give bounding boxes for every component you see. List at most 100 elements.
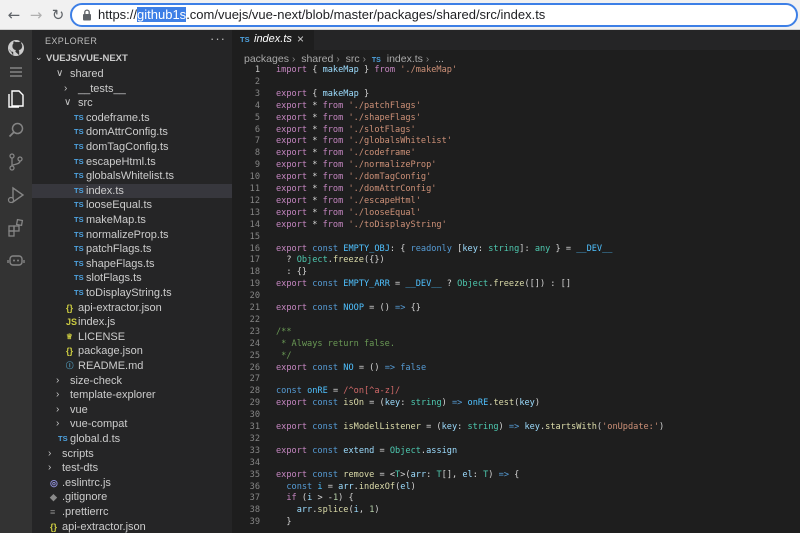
tree-item-label: index.js [78,316,116,329]
line-number: 12 [249,195,260,206]
breadcrumb-item[interactable]: ... [435,53,444,65]
tree-item[interactable]: › __tests__ [32,82,232,97]
line-number: 33 [249,445,260,456]
tree-item[interactable]: TS domTagConfig.ts [32,140,232,155]
files-icon[interactable] [4,86,28,110]
code-view[interactable]: 1 import { makeMap } from './makeMap' 2 3 ex… [232,65,800,533]
tree-item[interactable]: › scripts [32,447,232,462]
line-number: 36 [249,481,260,492]
tree-item[interactable]: TS global.d.ts [32,432,232,447]
tree-item[interactable]: {} package.json [32,344,232,359]
tree-item[interactable]: TS normalizeProp.ts [32,228,232,243]
code-line: 10 export * from './domTagConfig' [232,172,800,184]
tree-item[interactable]: › test-dts [32,461,232,476]
search-icon[interactable] [4,118,28,142]
tree-item[interactable]: ♕ LICENSE [32,330,232,345]
back-icon[interactable]: ← [4,5,24,25]
root-folder-row[interactable]: ⌄ VUEJS/VUE-NEXT [32,52,232,66]
reload-icon[interactable]: ↻ [48,5,68,25]
code-line: 13 export * from './looseEqual' [232,208,800,220]
tree-item-label: .prettierrc [62,506,109,518]
line-number: 29 [249,398,260,409]
typescript-file-icon: TS [371,57,381,64]
tab-index-ts[interactable]: TS index.ts × [232,30,314,50]
tree-item[interactable]: › size-check [32,374,232,389]
code-text: export * from './normalizeProp' [276,160,437,171]
tree-item-label: looseEqual.ts [86,199,153,212]
address-bar[interactable]: https://github1s.com/vuejs/vue-next/blob… [70,3,798,27]
url-selected: github1s [137,7,187,22]
close-icon[interactable]: × [297,32,304,46]
tree-item-label: scripts [62,447,94,460]
tree-item[interactable]: JS index.js [32,315,232,330]
tree-item[interactable]: {} api-extractor.json [32,301,232,316]
tree-item[interactable]: › template-explorer [32,388,232,403]
run-debug-icon[interactable] [4,183,28,207]
url-prefix: https:// [98,7,138,22]
code-text: export const isOn = (key: string) => onR… [276,398,541,409]
tree-item[interactable]: ≡ .prettierrc [32,505,232,520]
line-number: 17 [249,255,260,266]
code-line: 39 } [232,517,800,529]
code-line: 12 export * from './escapeHtml' [232,196,800,208]
tree-item[interactable]: ⓘ README.md [32,359,232,374]
tree-item[interactable]: › vue-compat [32,417,232,432]
code-text: } [276,517,292,528]
breadcrumb-item[interactable]: index.ts [387,53,423,65]
tree-item[interactable]: ◎ .eslintrc.js [32,476,232,491]
tree-item[interactable]: TS index.ts [32,183,232,199]
line-number: 30 [249,410,260,421]
tree-item-label: package.json [78,345,143,358]
line-number: 23 [249,326,260,337]
tree-item[interactable]: {} api-extractor.json [32,520,232,533]
extensions-icon[interactable] [4,216,28,240]
code-text: export * from './patchFlags' [276,100,421,111]
tree-item[interactable]: ∨ shared [32,67,232,82]
code-text: import { makeMap } from './makeMap' [276,65,458,75]
tree-item[interactable]: TS patchFlags.ts [32,242,232,257]
menu-icon[interactable] [4,60,28,84]
tree-item[interactable]: TS domAttrConfig.ts [32,125,232,140]
line-number: 37 [249,493,260,504]
code-text: */ [276,350,292,361]
line-number: 13 [249,207,260,218]
ts-file-icon: TS [74,156,84,166]
tree-item[interactable]: ∨ src [32,96,232,111]
tree-item[interactable]: ◆ .gitignore [32,490,232,505]
lock-icon [83,9,91,21]
forward-icon[interactable]: → [26,5,46,25]
tree-item[interactable]: › vue [32,403,232,418]
explorer-title: EXPLORER [45,36,98,46]
lic-file-icon: ♕ [66,331,73,341]
tree-item-label: makeMap.ts [86,214,146,226]
tree-item[interactable]: TS looseEqual.ts [32,198,232,213]
line-number: 5 [254,112,260,123]
tree-item-label: size-check [70,374,122,387]
url-rest: .com/vuejs/vue-next/blob/master/packages… [186,7,546,22]
tree-item[interactable]: TS globalsWhitelist.ts [32,169,232,184]
code-line: 34 [232,458,800,470]
copilot-icon[interactable] [4,248,28,272]
tree-item[interactable]: TS escapeHtml.ts [32,155,232,170]
tree-item[interactable]: TS slotFlags.ts [32,271,232,286]
breadcrumb-item[interactable]: shared [301,53,333,65]
github-icon[interactable] [4,36,28,60]
code-line: 19 export const EMPTY_ARR = __DEV__ ? Obj… [232,279,800,291]
tree-item-label: escapeHtml.ts [86,155,156,168]
source-control-icon[interactable] [4,150,28,174]
code-text: : {} [276,267,308,278]
tree-item[interactable]: TS shapeFlags.ts [32,257,232,272]
code-line: 11 export * from './domAttrConfig' [232,184,800,196]
more-actions-icon[interactable]: ··· [210,31,226,46]
line-number: 28 [249,386,260,397]
breadcrumb-item[interactable]: packages [244,53,289,65]
code-text: export * from './slotFlags' [276,124,416,135]
tree-item[interactable]: TS codeframe.ts [32,111,232,126]
tree-item[interactable]: TS toDisplayString.ts [32,286,232,301]
tree-item-label: slotFlags.ts [86,272,142,285]
url-text[interactable]: https://github1s.com/vuejs/vue-next/blob… [98,7,545,23]
ts-file-icon: TS [74,288,84,297]
chevron-right-icon: › [56,389,60,401]
tree-item[interactable]: TS makeMap.ts [32,213,232,228]
breadcrumb-item[interactable]: src [346,53,360,65]
